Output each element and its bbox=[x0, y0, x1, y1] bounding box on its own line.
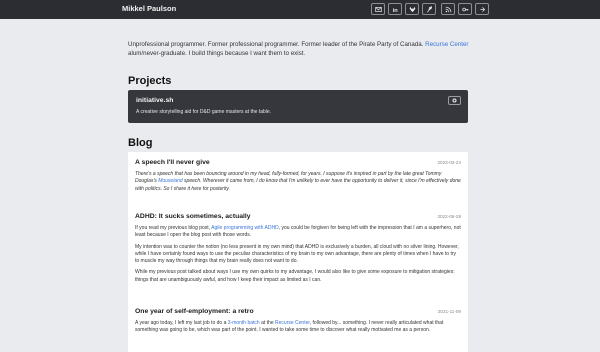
post-excerpt-after: speech. Wherever it came from, I do know… bbox=[135, 178, 461, 192]
recurse-center-link[interactable]: Recurse Center bbox=[275, 320, 310, 326]
post-date: 2021-11-09 bbox=[437, 309, 461, 314]
project-card[interactable]: initiative.sh A creative storytelling ai… bbox=[128, 90, 468, 123]
top-bar: Mikkel Paulson in bbox=[0, 0, 600, 19]
gitlab-icon[interactable] bbox=[405, 3, 419, 15]
linkedin-icon[interactable]: in bbox=[388, 3, 402, 15]
blog-post: A speech I'll never give 2023-03-24 Ther… bbox=[135, 159, 461, 193]
arrow-icon[interactable] bbox=[475, 3, 489, 15]
blog-heading: Blog bbox=[128, 137, 153, 149]
site-title[interactable]: Mikkel Paulson bbox=[122, 4, 176, 13]
key-icon[interactable] bbox=[458, 3, 472, 15]
mail-icon[interactable] bbox=[371, 3, 385, 15]
social-links: in bbox=[371, 3, 492, 16]
gear-icon[interactable] bbox=[448, 96, 461, 105]
blog-post: One year of self-employment: a retro 202… bbox=[135, 308, 461, 339]
post-paragraph: If you read my previous blog post, Agile… bbox=[135, 225, 461, 240]
post-paragraph-before: If you read my previous blog post, bbox=[135, 225, 212, 231]
blog-post-list: A speech I'll never give 2023-03-24 Ther… bbox=[128, 152, 468, 352]
feather-icon[interactable] bbox=[422, 3, 436, 15]
post-excerpt: There's a speech that has been bouncing … bbox=[135, 171, 461, 193]
post-paragraph: A year ago today, I left my last job to … bbox=[135, 320, 461, 335]
post-paragraph: While my previous post talked about ways… bbox=[135, 269, 455, 283]
blog-post: ADHD: It sucks sometimes, actually 2022-… bbox=[135, 213, 461, 288]
intro-text: Unprofessional programmer. Former profes… bbox=[128, 40, 470, 59]
mouseland-link[interactable]: Mouseland bbox=[158, 178, 182, 184]
intro-text-before: Unprofessional programmer. Former profes… bbox=[128, 41, 426, 48]
svg-text:in: in bbox=[392, 7, 398, 12]
post-paragraph-before: A year ago today, I left my last job to … bbox=[135, 320, 228, 326]
recurse-center-link[interactable]: Recurse Center bbox=[425, 41, 468, 48]
post-paragraph: My intention was to counter the notion (… bbox=[135, 243, 459, 265]
project-description: A creative storytelling aid for D&D game… bbox=[136, 109, 272, 115]
intro-text-after: alum/never-graduate. I build things beca… bbox=[128, 50, 306, 58]
post-excerpt: If you read my previous blog post, Agile… bbox=[135, 225, 461, 284]
agile-programming-link[interactable]: Agile programming with ADHD bbox=[211, 225, 279, 231]
post-excerpt: A year ago today, I left my last job to … bbox=[135, 320, 461, 335]
post-title[interactable]: ADHD: It sucks sometimes, actually bbox=[135, 213, 461, 220]
rss-icon[interactable] bbox=[441, 3, 455, 15]
batch-link[interactable]: 3-month batch bbox=[228, 320, 260, 326]
post-title[interactable]: One year of self-employment: a retro bbox=[135, 308, 461, 315]
projects-heading: Projects bbox=[128, 75, 172, 87]
project-name[interactable]: initiative.sh bbox=[136, 97, 173, 104]
post-title[interactable]: A speech I'll never give bbox=[135, 159, 461, 166]
post-date: 2023-03-24 bbox=[437, 160, 462, 165]
post-date: 2022-06-28 bbox=[437, 214, 462, 219]
post-paragraph-mid: at the bbox=[259, 320, 276, 326]
